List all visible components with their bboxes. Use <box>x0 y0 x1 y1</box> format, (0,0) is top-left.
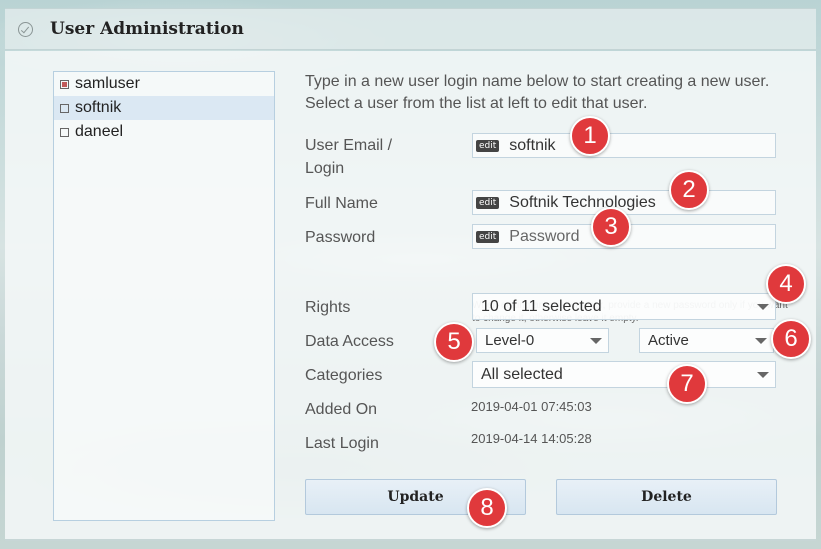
last-login-label: Last Login <box>305 435 379 452</box>
edit-tag: edit <box>476 139 500 152</box>
user-admin-panel: samluser softnik daneel Type in a new us… <box>5 51 816 541</box>
chevron-down-icon <box>590 338 602 344</box>
user-status-icon <box>60 103 69 113</box>
marker-badge-8: 8 <box>467 488 507 528</box>
password-placeholder: Password <box>509 227 580 245</box>
password-label: Password <box>305 229 376 246</box>
delete-button[interactable]: Delete <box>556 479 777 515</box>
marker-badge-6: 6 <box>771 319 811 359</box>
chevron-down-icon <box>757 372 769 378</box>
intro-text: Type in a new user login name below to s… <box>305 73 770 112</box>
data-access-label: Data Access <box>305 333 394 350</box>
data-access-level-value: Level-0 <box>485 332 535 349</box>
rights-select[interactable]: 10 of 11 selected <box>472 293 776 320</box>
user-list-item-samluser[interactable]: samluser <box>54 72 274 96</box>
rights-value: 10 of 11 selected <box>481 297 602 315</box>
user-status-icon <box>60 79 69 89</box>
check-circle-icon <box>18 22 33 37</box>
email-label-line1: User Email / <box>305 137 393 154</box>
categories-label: Categories <box>305 367 383 384</box>
email-label-line2: Login <box>305 160 345 177</box>
user-list-item-daneel[interactable]: daneel <box>54 120 274 144</box>
rights-label: Rights <box>305 299 351 316</box>
user-status-icon <box>60 127 69 137</box>
user-name: samluser <box>75 75 140 92</box>
added-on-label: Added On <box>305 401 378 418</box>
fullname-label: Full Name <box>305 195 378 212</box>
user-list-item-softnik[interactable]: softnik <box>54 96 274 120</box>
user-name: daneel <box>75 123 124 140</box>
marker-badge-5: 5 <box>434 322 474 362</box>
data-access-status-value: Active <box>648 332 689 349</box>
marker-badge-4: 4 <box>766 264 806 304</box>
marker-badge-7: 7 <box>667 364 707 404</box>
last-login-value: 2019-04-14 14:05:28 <box>471 431 592 446</box>
categories-select[interactable]: All selected <box>472 361 776 388</box>
marker-badge-2: 2 <box>669 170 709 210</box>
fullname-value: Softnik Technologies <box>509 193 656 211</box>
email-field[interactable]: edit softnik <box>472 133 776 158</box>
added-on-value: 2019-04-01 07:45:03 <box>471 399 592 414</box>
edit-tag: edit <box>476 196 500 209</box>
email-value: softnik <box>509 136 556 154</box>
section-header[interactable]: User Administration <box>5 8 816 50</box>
user-list[interactable]: samluser softnik daneel <box>53 71 275 521</box>
marker-badge-1: 1 <box>570 116 610 156</box>
marker-badge-3: 3 <box>591 207 631 247</box>
data-access-status-select[interactable]: Active <box>639 328 774 353</box>
email-label: User Email / Login <box>305 134 392 180</box>
data-access-level-select[interactable]: Level-0 <box>476 328 609 353</box>
chevron-down-icon <box>755 338 767 344</box>
edit-tag: edit <box>476 230 500 243</box>
section-title: User Administration <box>50 19 244 39</box>
chevron-down-icon <box>757 304 769 310</box>
user-name: softnik <box>75 99 122 116</box>
categories-value: All selected <box>481 365 563 383</box>
